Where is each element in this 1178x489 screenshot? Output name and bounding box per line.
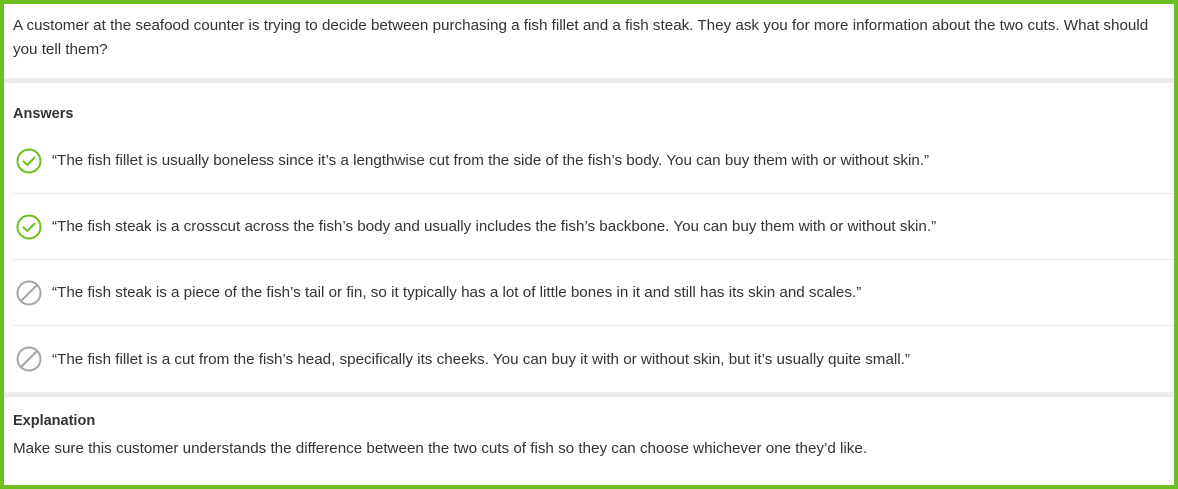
answer-text: “The fish steak is a piece of the fish’s…: [52, 284, 862, 301]
question-text: A customer at the seafood counter is try…: [13, 17, 1149, 58]
prohibited-circle-icon: [15, 279, 43, 307]
quiz-result-card: A customer at the seafood counter is try…: [0, 0, 1178, 489]
answer-text: “The fish steak is a crosscut across the…: [52, 218, 937, 235]
check-circle-icon: [15, 213, 43, 241]
answers-heading: Answers: [13, 106, 74, 122]
answer-option-3: “The fish steak is a piece of the fish’s…: [13, 260, 1174, 326]
explanation-text: Make sure this customer understands the …: [13, 440, 868, 457]
check-circle-icon: [15, 147, 43, 175]
answer-option-1: “The fish fillet is usually boneless sin…: [13, 128, 1174, 194]
answer-option-2: “The fish steak is a crosscut across the…: [13, 194, 1174, 260]
explanation-heading: Explanation: [13, 413, 96, 429]
prohibited-circle-icon: [15, 345, 43, 373]
answer-option-4: “The fish fillet is a cut from the fish’…: [13, 326, 1174, 392]
answer-text: “The fish fillet is a cut from the fish’…: [52, 350, 910, 368]
answer-text: “The fish fillet is usually boneless sin…: [52, 152, 930, 169]
